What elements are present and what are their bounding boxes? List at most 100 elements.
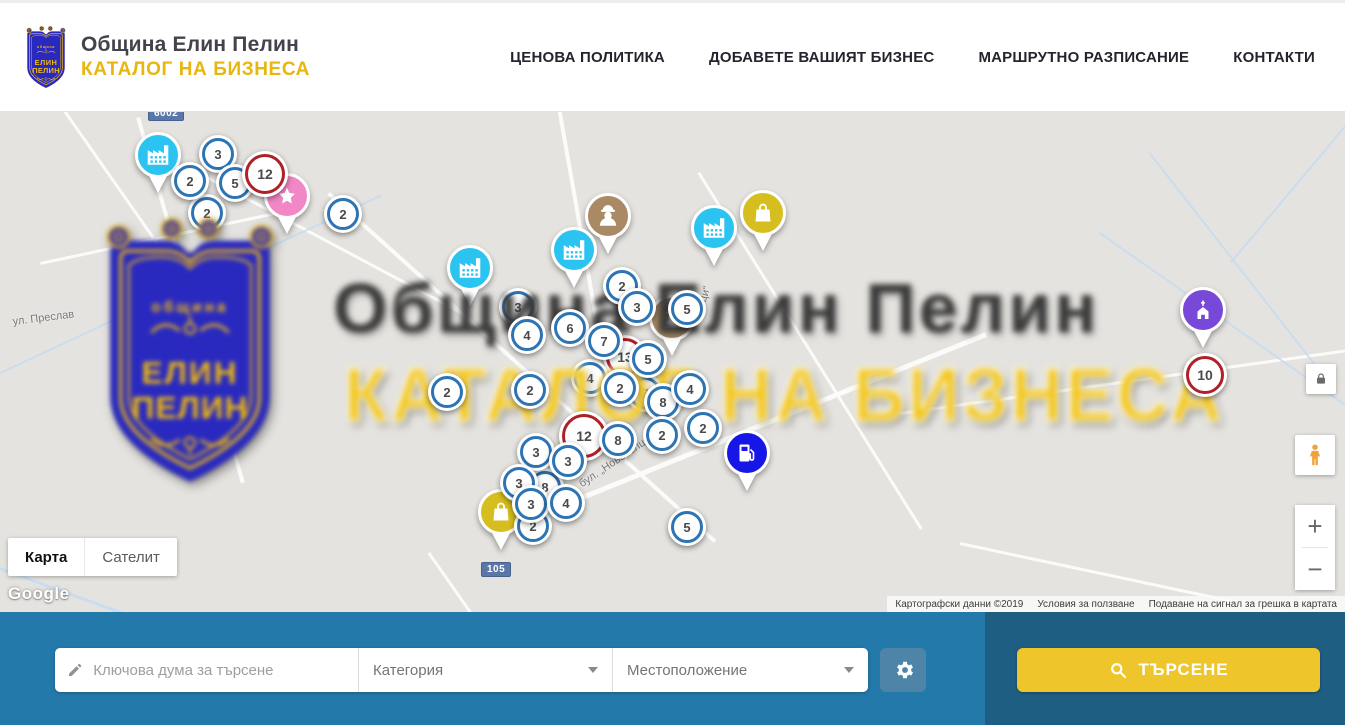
road-badge: 6002 <box>148 112 184 121</box>
watermark-subtitle: КАТАЛОГ НА БИЗНЕСА <box>344 352 1225 439</box>
nav-item-0[interactable]: ЦЕНОВА ПОЛИТИКА <box>510 49 665 66</box>
search-icon <box>1108 660 1128 680</box>
cluster-marker[interactable]: 3 <box>618 288 656 326</box>
street-view-pegman[interactable] <box>1295 435 1335 475</box>
search-fields: Категория Местоположение <box>55 648 868 692</box>
cluster-marker[interactable]: 4 <box>671 370 709 408</box>
map-attribution: Картографски данни ©2019 Условия за полз… <box>887 596 1345 612</box>
pin-factory-marker[interactable] <box>690 205 738 267</box>
cluster-count: 10 <box>1183 353 1227 397</box>
category-select[interactable]: Категория <box>358 648 612 692</box>
street-label: ул. Преслав <box>12 308 75 327</box>
header: община ЕЛИН ПЕЛИН Община Елин Пелин КАТА… <box>0 0 1345 112</box>
pin-factory-marker[interactable] <box>550 227 598 289</box>
map-canvas[interactable]: ул. Преславбул. „Новоселци“ци“ 6002105 о… <box>0 112 1345 612</box>
cluster-count: 2 <box>171 162 209 200</box>
cluster-marker[interactable]: 2 <box>601 369 639 407</box>
cluster-count: 3 <box>512 485 550 523</box>
nav-item-3[interactable]: КОНТАКТИ <box>1233 49 1315 66</box>
cluster-count: 2 <box>643 416 681 454</box>
cluster-marker[interactable]: 3 <box>549 442 587 480</box>
cluster-marker[interactable]: 2 <box>428 373 466 411</box>
cluster-count: 8 <box>599 421 637 459</box>
cluster-count: 3 <box>618 288 656 326</box>
map-lock-button[interactable] <box>1306 364 1336 394</box>
factory-icon <box>691 205 737 251</box>
svg-text:община: община <box>37 45 55 49</box>
search-button[interactable]: ТЪРСЕНЕ <box>1017 648 1320 692</box>
factory-icon <box>551 227 597 273</box>
cluster-count: 2 <box>324 195 362 233</box>
map-type-control: Карта Сателит <box>8 538 177 576</box>
bag-icon <box>740 190 786 236</box>
cluster-count: 4 <box>508 316 546 354</box>
cluster-count: 5 <box>668 508 706 546</box>
svg-text:ПЕЛИН: ПЕЛИН <box>32 66 59 75</box>
location-value: Местоположение <box>627 662 747 679</box>
zoom-out-button[interactable]: − <box>1295 548 1335 590</box>
cluster-marker[interactable]: 8 <box>599 421 637 459</box>
cluster-marker[interactable]: 4 <box>508 316 546 354</box>
map-stream <box>1230 112 1345 263</box>
chevron-down-icon <box>588 667 598 673</box>
cluster-count: 4 <box>671 370 709 408</box>
site-subtitle: КАТАЛОГ НА БИЗНЕСА <box>81 59 310 81</box>
cluster-count: 2 <box>428 373 466 411</box>
logo-text: Община Елин Пелин КАТАЛОГ НА БИЗНЕСА <box>81 33 310 81</box>
google-logo[interactable]: Google <box>8 584 70 604</box>
cluster-marker[interactable]: 2 <box>643 416 681 454</box>
fuel-icon <box>724 430 770 476</box>
cluster-count: 7 <box>585 322 623 360</box>
zoom-in-button[interactable]: + <box>1295 505 1335 547</box>
map-type-satellite-button[interactable]: Сателит <box>84 538 177 576</box>
pin-bag-marker[interactable] <box>739 190 787 252</box>
cluster-marker[interactable]: 7 <box>585 322 623 360</box>
cluster-marker[interactable]: 2 <box>511 371 549 409</box>
pin-church-marker[interactable] <box>1179 287 1227 349</box>
chevron-down-icon <box>844 667 854 673</box>
cluster-count: 2 <box>511 371 549 409</box>
church-icon <box>1180 287 1226 333</box>
map-road <box>900 342 1345 415</box>
location-select[interactable]: Местоположение <box>612 648 868 692</box>
nav-item-2[interactable]: МАРШРУТНО РАЗПИСАНИЕ <box>978 49 1189 66</box>
advanced-settings-button[interactable] <box>880 648 926 692</box>
watermark-crest: община ЕЛИН ПЕЛИН <box>88 213 292 491</box>
keyword-input[interactable] <box>93 662 346 679</box>
cluster-marker[interactable]: 6 <box>551 309 589 347</box>
cluster-marker[interactable]: 5 <box>668 508 706 546</box>
cluster-count: 2 <box>684 409 722 447</box>
cluster-count: 12 <box>242 151 288 197</box>
page: община ЕЛИН ПЕЛИН Община Елин Пелин КАТА… <box>0 0 1345 725</box>
map-type-map-button[interactable]: Карта <box>8 538 84 576</box>
main-nav: ЦЕНОВА ПОЛИТИКА ДОБАВЕТЕ ВАШИЯТ БИЗНЕС МАР… <box>510 49 1345 66</box>
pin-fuel-marker[interactable] <box>723 430 771 492</box>
svg-text:ЕЛИН: ЕЛИН <box>35 57 58 66</box>
cluster-count: 6 <box>551 309 589 347</box>
cluster-marker[interactable]: 2 <box>324 195 362 233</box>
cluster-marker[interactable]: 4 <box>547 484 585 522</box>
report-error-link[interactable]: Подаване на сигнал за грешка в картата <box>1149 599 1337 610</box>
cluster-marker[interactable]: 2 <box>684 409 722 447</box>
cluster-marker[interactable]: 5 <box>668 290 706 328</box>
search-button-label: ТЪРСЕНЕ <box>1138 660 1228 680</box>
cluster-marker[interactable]: 10 <box>1183 353 1227 397</box>
zoom-control: + − <box>1295 505 1335 590</box>
keyword-field <box>55 648 358 692</box>
pegman-icon <box>1304 442 1326 468</box>
svg-text:ПЕЛИН: ПЕЛИН <box>132 389 249 425</box>
municipality-crest-icon: община ЕЛИН ПЕЛИН <box>22 25 70 90</box>
nav-item-1[interactable]: ДОБАВЕТЕ ВАШИЯТ БИЗНЕС <box>709 49 934 66</box>
cluster-marker[interactable]: 12 <box>242 151 288 197</box>
pin-factory-marker[interactable] <box>446 245 494 307</box>
factory-icon <box>447 245 493 291</box>
map-road <box>428 552 603 612</box>
terms-link[interactable]: Условия за ползване <box>1037 599 1134 610</box>
cluster-marker[interactable]: 2 <box>171 162 209 200</box>
cluster-marker[interactable]: 3 <box>512 485 550 523</box>
road-badge: 105 <box>481 562 511 577</box>
cluster-count: 3 <box>549 442 587 480</box>
search-bar: Категория Местоположение ТЪРСЕНЕ <box>0 612 1345 725</box>
site-logo[interactable]: община ЕЛИН ПЕЛИН Община Елин Пелин КАТА… <box>0 25 310 90</box>
category-value: Категория <box>373 662 443 679</box>
